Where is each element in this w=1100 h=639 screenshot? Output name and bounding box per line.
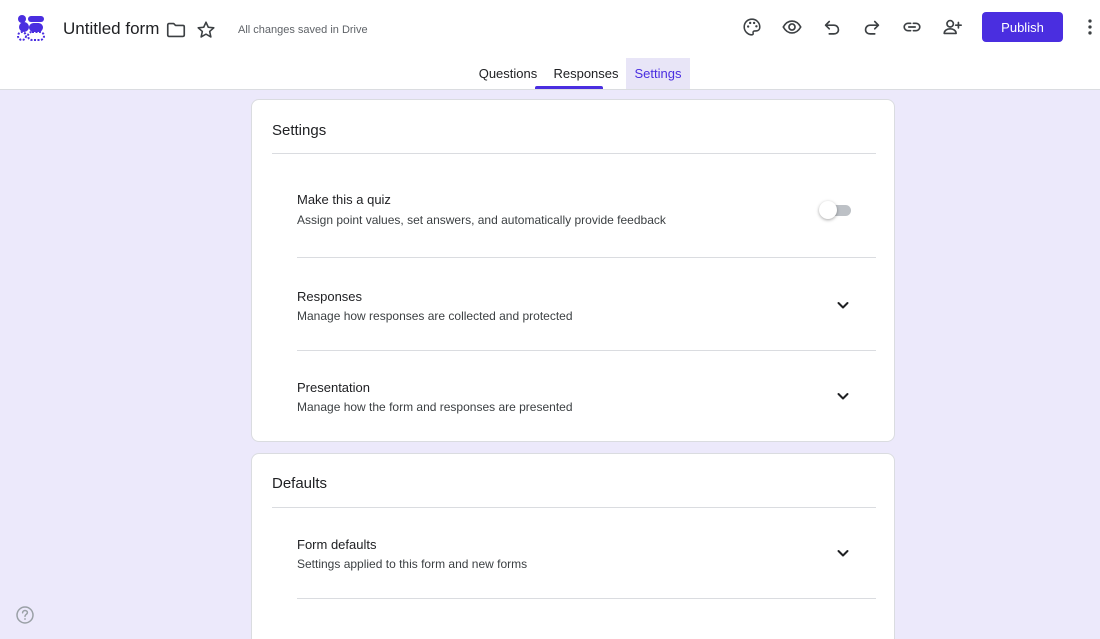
undo-icon[interactable] xyxy=(817,12,847,42)
form-defaults-title: Form defaults xyxy=(297,537,377,552)
settings-card: Settings Make this a quiz Assign point v… xyxy=(251,99,895,442)
help-icon[interactable] xyxy=(15,605,35,625)
form-title[interactable]: Untitled form xyxy=(63,19,159,39)
preview-icon[interactable] xyxy=(777,12,807,42)
divider xyxy=(297,598,876,599)
star-icon[interactable] xyxy=(191,15,221,45)
form-tabs: Questions Responses Settings xyxy=(0,58,1100,90)
tab-settings[interactable]: Settings xyxy=(626,58,690,89)
toggle-thumb xyxy=(819,201,837,219)
divider xyxy=(272,507,876,508)
presentation-setting-description: Manage how the form and responses are pr… xyxy=(297,400,573,414)
link-icon[interactable] xyxy=(897,12,927,42)
defaults-card-title: Defaults xyxy=(272,475,328,492)
presentation-setting-title: Presentation xyxy=(297,380,370,395)
tab-responses[interactable]: Responses xyxy=(546,58,626,89)
quiz-setting-description: Assign point values, set answers, and au… xyxy=(297,213,666,227)
folder-icon[interactable] xyxy=(161,15,191,45)
quiz-toggle[interactable] xyxy=(819,201,851,219)
quiz-setting-title: Make this a quiz xyxy=(297,192,391,207)
forms-logo-icon[interactable] xyxy=(16,13,48,43)
add-collaborator-icon[interactable] xyxy=(937,12,967,42)
publish-button[interactable]: Publish xyxy=(982,12,1063,42)
form-defaults-description: Settings applied to this form and new fo… xyxy=(297,557,528,571)
palette-icon[interactable] xyxy=(737,12,767,42)
defaults-card: Defaults Form defaults Settings applied … xyxy=(251,453,895,639)
tab-underline xyxy=(535,86,603,89)
chevron-down-icon[interactable] xyxy=(832,294,854,316)
top-bar: Untitled form All changes saved in Drive… xyxy=(0,0,1100,90)
chevron-down-icon[interactable] xyxy=(832,385,854,407)
responses-setting-description: Manage how responses are collected and p… xyxy=(297,309,573,323)
chevron-down-icon[interactable] xyxy=(832,542,854,564)
divider xyxy=(297,350,876,351)
tab-questions[interactable]: Questions xyxy=(472,58,544,89)
divider xyxy=(297,257,876,258)
settings-card-title: Settings xyxy=(272,122,327,139)
redo-icon[interactable] xyxy=(857,12,887,42)
more-vert-icon[interactable] xyxy=(1076,12,1100,42)
save-status: All changes saved in Drive xyxy=(238,24,368,36)
divider xyxy=(272,153,876,154)
responses-setting-title: Responses xyxy=(297,289,363,304)
